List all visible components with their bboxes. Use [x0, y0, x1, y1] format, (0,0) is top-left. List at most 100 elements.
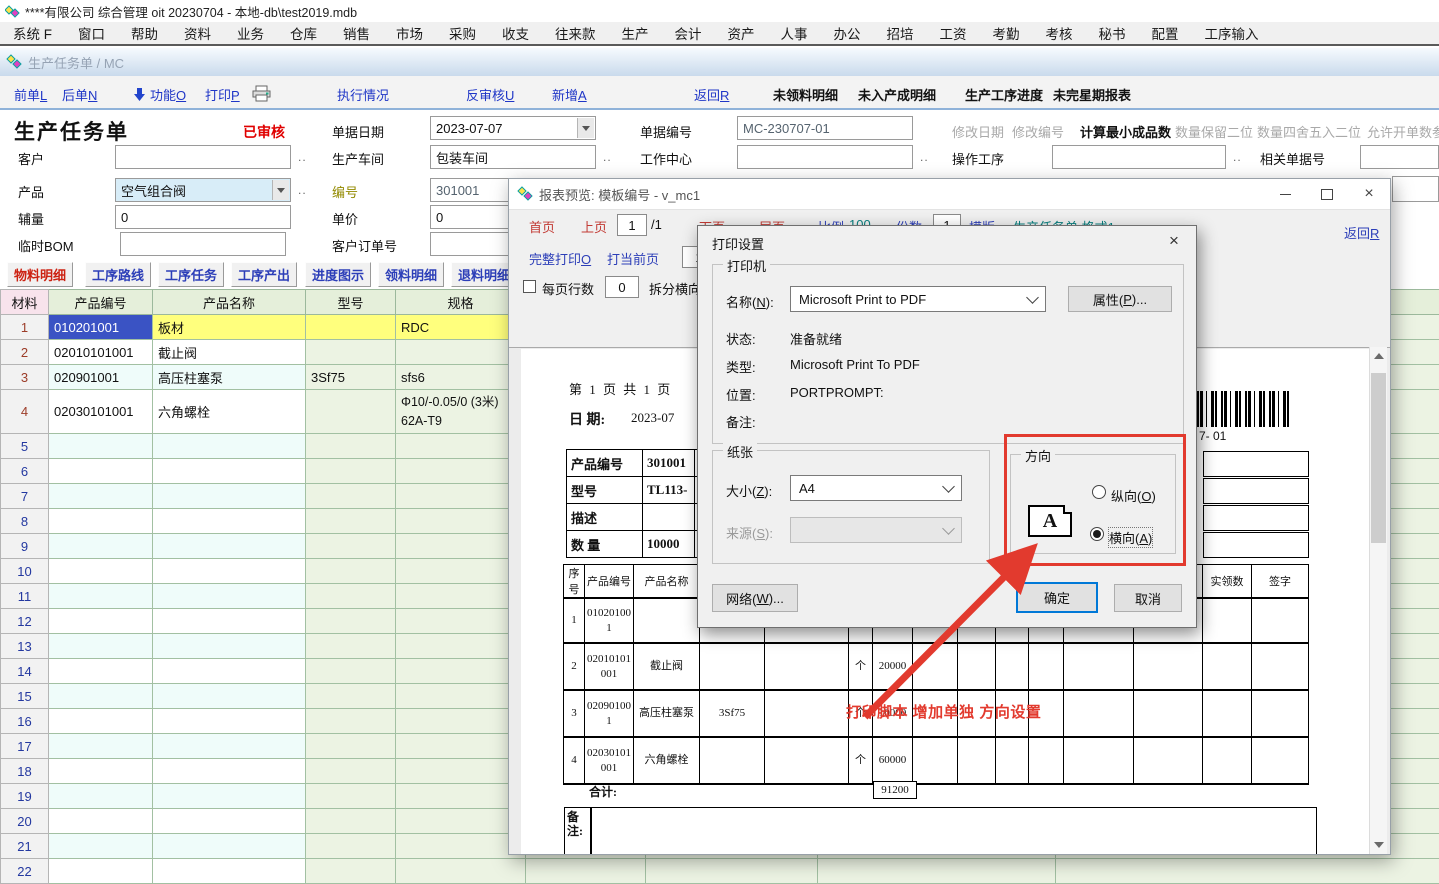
- docno-field[interactable]: MC-230707-01: [737, 116, 913, 140]
- execution-status-button[interactable]: 执行情况: [337, 85, 389, 104]
- aux-qty-label: 辅量: [18, 209, 44, 228]
- menu-item[interactable]: 销售: [330, 23, 383, 43]
- prev-doc-button[interactable]: 前单L: [14, 85, 47, 104]
- tab-material-detail[interactable]: 物料明细: [7, 262, 73, 287]
- dialog-close-icon[interactable]: ×: [1152, 226, 1196, 255]
- col-header-material[interactable]: 材料: [1, 290, 49, 315]
- flag-calc-min[interactable]: 计算最小成品数: [1080, 122, 1171, 141]
- customer-ellipsis-icon[interactable]: ..: [298, 150, 307, 164]
- menu-item[interactable]: 帮助: [118, 23, 171, 43]
- print-button[interactable]: 打印P: [205, 85, 240, 104]
- full-print-button[interactable]: 完整打印O: [529, 249, 591, 268]
- right-edge-field[interactable]: [1392, 176, 1439, 202]
- temp-bom-field[interactable]: [120, 232, 286, 256]
- customer-field[interactable]: [115, 145, 291, 169]
- menu-item[interactable]: 系统 F: [0, 23, 65, 43]
- menu-item[interactable]: 生产: [609, 23, 662, 43]
- menu-item[interactable]: 人事: [768, 23, 821, 43]
- date-dropdown-icon[interactable]: [577, 118, 594, 138]
- print-current-page-button[interactable]: 打当前页: [607, 249, 659, 268]
- menu-item[interactable]: 招培: [874, 23, 927, 43]
- product-dropdown-icon[interactable]: [272, 180, 289, 200]
- related-doc-field[interactable]: [1360, 145, 1439, 169]
- scroll-down-icon[interactable]: [1374, 842, 1384, 848]
- col-header-code[interactable]: 产品编号: [49, 290, 153, 315]
- network-button[interactable]: 网络(W)...: [712, 584, 798, 612]
- red-text-annotation: 打印脚本 增加单独 方向设置: [846, 701, 1041, 722]
- preview-scrollbar[interactable]: [1369, 347, 1387, 854]
- scrollbar-thumb[interactable]: [1371, 373, 1386, 543]
- workshop-field[interactable]: 包装车间: [430, 145, 596, 169]
- window-titlebar: ****有限公司 综合管理 oit 20230704 - 本地-db\test2…: [0, 0, 1439, 22]
- printer-icon[interactable]: [252, 85, 271, 102]
- workshop-ellipsis-icon[interactable]: ..: [603, 150, 612, 164]
- printer-name-combo[interactable]: Microsoft Print to PDF: [790, 286, 1046, 312]
- report-unissued-materials[interactable]: 未领料明细: [773, 85, 838, 104]
- date-field[interactable]: 2023-07-07: [430, 116, 596, 140]
- menu-item[interactable]: 业务: [224, 23, 277, 43]
- first-page-button[interactable]: 首页: [529, 217, 555, 236]
- selected-cell[interactable]: 010201001: [49, 315, 153, 340]
- workcenter-ellipsis-icon[interactable]: ..: [920, 150, 929, 164]
- doc-item-row: 402030101001六角螺栓 个60000: [564, 737, 1309, 784]
- menu-item[interactable]: 窗口: [65, 23, 118, 43]
- tab-process-task[interactable]: 工序任务: [158, 262, 224, 287]
- menu-item[interactable]: 工序输入: [1192, 23, 1272, 43]
- tab-picking-detail[interactable]: 领料明细: [378, 262, 444, 287]
- menu-item[interactable]: 工资: [927, 23, 980, 43]
- report-unfinished-week[interactable]: 未完星期报表: [1053, 85, 1131, 104]
- tab-progress-chart[interactable]: 进度图示: [305, 262, 371, 287]
- page-number-input[interactable]: 1: [617, 214, 647, 236]
- product-combo[interactable]: 空气组合阀: [115, 178, 291, 202]
- aux-qty-field[interactable]: 0: [115, 205, 291, 229]
- scroll-up-icon[interactable]: [1374, 353, 1384, 359]
- product-ellipsis-icon[interactable]: ..: [298, 183, 307, 197]
- paper-size-combo[interactable]: A4: [790, 475, 962, 501]
- menu-item[interactable]: 市场: [383, 23, 436, 43]
- menu-item[interactable]: 资产: [715, 23, 768, 43]
- menu-item[interactable]: 考勤: [980, 23, 1033, 43]
- close-icon[interactable]: ×: [1348, 180, 1390, 209]
- report-unfinished-products[interactable]: 未入产成明细: [858, 85, 936, 104]
- menu-item[interactable]: 考核: [1033, 23, 1086, 43]
- menu-item[interactable]: 会计: [662, 23, 715, 43]
- menu-item[interactable]: 配置: [1139, 23, 1192, 43]
- preview-return-button[interactable]: 返回R: [1344, 223, 1379, 242]
- unaudit-button[interactable]: 反审核U: [466, 85, 514, 104]
- rows-per-page-checkbox[interactable]: [523, 280, 536, 293]
- tab-process-output[interactable]: 工序产出: [231, 262, 297, 287]
- menu-item[interactable]: 往来款: [542, 23, 609, 43]
- remark-label: 备注:: [564, 807, 591, 855]
- workcenter-field[interactable]: [737, 145, 913, 169]
- minimize-icon[interactable]: [1264, 180, 1306, 209]
- cancel-button[interactable]: 取消: [1114, 584, 1182, 612]
- menu-item[interactable]: 收支: [489, 23, 542, 43]
- properties-button[interactable]: 属性(P)...: [1068, 286, 1172, 312]
- function-button[interactable]: 功能O: [150, 85, 186, 104]
- add-new-button[interactable]: 新增A: [552, 85, 587, 104]
- operation-field[interactable]: [1052, 145, 1226, 169]
- material-row-empty[interactable]: 22: [1, 859, 1439, 884]
- operation-ellipsis-icon[interactable]: ..: [1233, 150, 1242, 164]
- maximize-icon[interactable]: [1306, 180, 1348, 209]
- location-label: 位置:: [726, 385, 756, 404]
- col-header-name[interactable]: 产品名称: [153, 290, 306, 315]
- flag-allow-open: 允许开单数参: [1367, 122, 1439, 141]
- report-process-progress[interactable]: 生产工序进度: [965, 85, 1043, 104]
- menu-item[interactable]: 仓库: [277, 23, 330, 43]
- prev-page-button[interactable]: 上页: [581, 217, 607, 236]
- menu-item[interactable]: 采购: [436, 23, 489, 43]
- workcenter-label: 工作中心: [640, 149, 692, 168]
- doc-date-value: 2023-07: [631, 410, 674, 426]
- tab-process-route[interactable]: 工序路线: [85, 262, 151, 287]
- menu-item[interactable]: 资料: [171, 23, 224, 43]
- rows-per-page-input[interactable]: 0: [605, 276, 639, 298]
- menu-item[interactable]: 办公: [821, 23, 874, 43]
- return-button[interactable]: 返回R: [694, 85, 729, 104]
- col-header-model[interactable]: 型号: [306, 290, 396, 315]
- docno-label: 单据编号: [640, 122, 692, 141]
- next-doc-button[interactable]: 后单N: [62, 85, 97, 104]
- menu-item[interactable]: 秘书: [1086, 23, 1139, 43]
- col-header-spec[interactable]: 规格: [396, 290, 526, 315]
- flag-qty-2digits: 数量保留二位: [1175, 122, 1253, 141]
